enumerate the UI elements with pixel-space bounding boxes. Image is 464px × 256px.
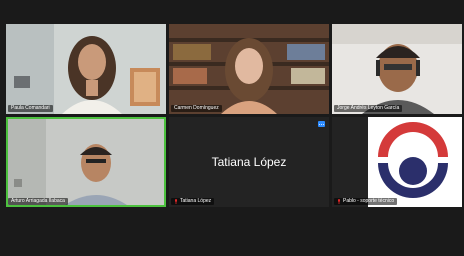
participant-video: [332, 24, 462, 114]
participant-name: Arturo Arriagada Ilabaca: [11, 198, 65, 204]
participant-video: [6, 24, 166, 114]
participant-video: [6, 117, 166, 207]
participant-name: Jorge Andrés Leyton García: [337, 105, 400, 111]
participant-name: Carmen Domínguez: [174, 105, 219, 111]
participant-tile-jorge[interactable]: Jorge Andrés Leyton García: [332, 24, 462, 114]
more-options-icon[interactable]: [318, 121, 325, 127]
participant-name-label: Carmen Domínguez: [171, 105, 222, 112]
participant-name-label: Arturo Arriagada Ilabaca: [8, 198, 68, 205]
participant-name-label: Pablo - soporte técnico: [334, 198, 398, 205]
muted-mic-icon: [338, 199, 340, 204]
participant-tile-paula[interactable]: Paula Comandari: [6, 24, 166, 114]
participant-name-label: Jorge Andrés Leyton García: [334, 105, 403, 112]
participant-tile-arturo[interactable]: Arturo Arriagada Ilabaca: [6, 117, 166, 207]
muted-mic-icon: [175, 199, 177, 204]
participant-name-label: Tatiana López: [171, 198, 215, 205]
participant-tile-tatiana[interactable]: Tatiana López Tatiana López: [169, 117, 329, 207]
participant-tile-pablo[interactable]: Pablo - soporte técnico: [332, 117, 462, 207]
participant-tile-carmen[interactable]: Carmen Domínguez: [169, 24, 329, 114]
meeting-bottom-bar: [0, 208, 464, 256]
participant-video: [332, 117, 462, 207]
participant-video: [169, 24, 329, 114]
participant-name-label: Paula Comandari: [8, 105, 53, 112]
participant-name: Tatiana López: [180, 198, 212, 204]
participant-name: Paula Comandari: [11, 105, 50, 111]
participant-display-name: Tatiana López: [211, 155, 287, 169]
participant-name: Pablo - soporte técnico: [343, 198, 395, 204]
